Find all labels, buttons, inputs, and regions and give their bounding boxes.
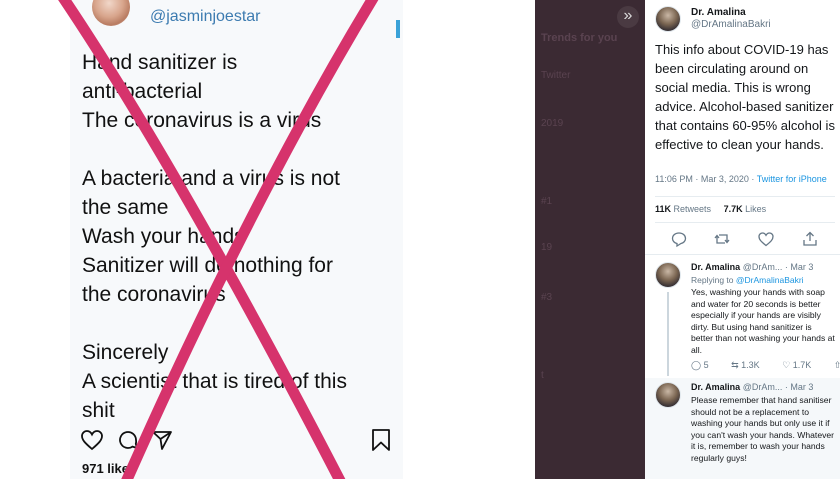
reply-text: Please remember that hand sanitiser shou…: [691, 395, 835, 463]
collapse-button[interactable]: »: [617, 6, 639, 28]
likes-label[interactable]: Likes: [745, 204, 766, 214]
reply-text: Yes, washing your hands with soap and wa…: [691, 287, 835, 355]
post-line: anti-bacterial: [82, 80, 203, 103]
replying-to-label: Replying to: [691, 275, 736, 285]
tweet-actions: [645, 230, 840, 250]
faded-item: 19: [541, 242, 553, 253]
reply-handle-date: @DrAm... · Mar 3: [742, 382, 814, 392]
reply-actions: ◯ 5 ⇆ 1.3K ♡ 1.7K ⇧: [691, 360, 840, 371]
replying-to: Replying to @DrAmalinaBakri: [691, 275, 804, 285]
divider: [645, 254, 840, 255]
post-line: Sanitizer will do nothing for: [82, 254, 333, 277]
reply-handle-date: @DrAm... · Mar 3: [742, 262, 814, 272]
post-actions: [80, 428, 400, 454]
post-line: Sincerely: [82, 341, 169, 364]
post-blank-line: [82, 309, 402, 338]
retweet-icon[interactable]: [713, 230, 731, 248]
post-text: Hand sanitizer is anti-bacterial The cor…: [82, 48, 402, 425]
tweet-panel: Dr. Amalina @DrAmalinaBakri This info ab…: [645, 0, 840, 479]
reply-author: Dr. Amalina @DrAm... · Mar 3: [691, 262, 813, 272]
reply-tweet[interactable]: Dr. Amalina @DrAm... · Mar 3 Replying to…: [645, 258, 840, 376]
retweet-count[interactable]: ⇆ 1.3K: [731, 360, 770, 371]
reply-author-name[interactable]: Dr. Amalina: [691, 262, 740, 272]
reply-tweet[interactable]: Dr. Amalina @DrAm... · Mar 3 Please reme…: [645, 378, 840, 479]
avatar[interactable]: [92, 0, 130, 26]
reply-author-name[interactable]: Dr. Amalina: [691, 382, 740, 392]
faded-item: t: [541, 370, 544, 381]
post-line: the same: [82, 196, 169, 219]
avatar[interactable]: [655, 382, 681, 408]
post-blank-line: [82, 135, 402, 164]
bookmark-icon[interactable]: [370, 428, 392, 452]
post-line: the coronavirus: [82, 283, 226, 306]
likes-count[interactable]: 971 likes: [82, 461, 136, 476]
reply-author: Dr. Amalina @DrAm... · Mar 3: [691, 382, 813, 392]
share-icon[interactable]: [801, 230, 819, 248]
post-line: Wash your hands: [82, 225, 245, 248]
reply-icon[interactable]: [670, 230, 688, 248]
divider: [655, 222, 835, 223]
tweet-stats: 11K Retweets 7.7K Likes: [655, 204, 766, 214]
tweet-source-link[interactable]: Twitter for iPhone: [757, 174, 827, 184]
avatar[interactable]: [655, 262, 681, 288]
tweet-text: This info about COVID-19 has been circul…: [655, 42, 835, 152]
tweet-time: 11:06 PM · Mar 3, 2020 ·: [655, 174, 757, 184]
divider: [655, 196, 835, 197]
faded-item: #1: [541, 196, 553, 207]
instagram-handle[interactable]: @jasminjoestar: [150, 8, 261, 26]
post-line: shit: [82, 399, 115, 422]
dimmed-sidebar-overlay: Trends for you Twitter 2019 #1 19 #3 t: [535, 0, 645, 479]
retweets-count[interactable]: 11K: [655, 204, 671, 214]
author-name[interactable]: Dr. Amalina: [691, 7, 746, 18]
reply-count[interactable]: ◯ 5: [691, 360, 719, 371]
post-line: A scientist that is tired of this: [82, 370, 347, 393]
thread-line: [667, 292, 669, 376]
post-line: The coronavirus is a virus: [82, 109, 322, 132]
share-icon[interactable]: ⇧: [834, 360, 840, 371]
likes-count[interactable]: 7.7K: [724, 204, 743, 214]
faded-heading: Trends for you: [541, 32, 618, 44]
author-handle[interactable]: @DrAmalinaBakri: [691, 19, 771, 30]
replying-to-link[interactable]: @DrAmalinaBakri: [736, 275, 804, 285]
avatar[interactable]: [655, 6, 681, 32]
like-icon[interactable]: [757, 230, 775, 248]
like-count[interactable]: ♡ 1.7K: [782, 360, 821, 371]
faded-item: #3: [541, 292, 553, 303]
comment-icon[interactable]: [116, 428, 140, 452]
scrollbar[interactable]: [396, 20, 400, 38]
instagram-post-screenshot: @jasminjoestar Hand sanitizer is anti-ba…: [70, 0, 403, 479]
heart-icon[interactable]: [80, 428, 104, 452]
post-line: A bacteria and a virus is not: [82, 167, 340, 190]
faded-item: Twitter: [541, 70, 571, 81]
post-line: Hand sanitizer is: [82, 51, 238, 74]
faded-item: 2019: [541, 118, 564, 129]
tweet-timestamp: 11:06 PM · Mar 3, 2020 · Twitter for iPh…: [655, 174, 827, 184]
share-icon[interactable]: [150, 428, 174, 452]
retweets-label[interactable]: Retweets: [674, 204, 712, 214]
